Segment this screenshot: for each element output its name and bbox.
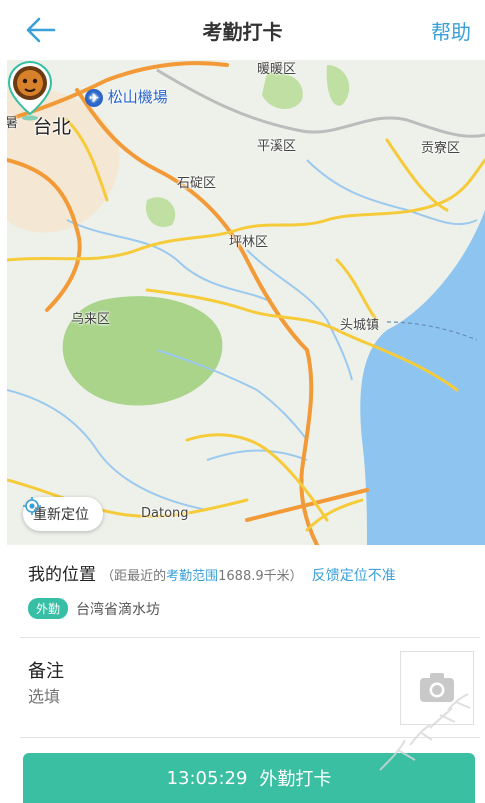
clock-label: 外勤打卡 xyxy=(259,769,332,790)
address-line: 外勤 台湾省滴水坊 xyxy=(28,598,160,619)
divider xyxy=(20,637,480,638)
field-work-badge: 外勤 xyxy=(28,598,69,619)
field-clock-in-button[interactable]: 13:05:29 外勤打卡 xyxy=(23,753,475,803)
map-label-pingxi: 平溪区 xyxy=(257,139,297,154)
plane-icon: ✈ xyxy=(85,88,103,107)
address-text: 台湾省滴水坊 xyxy=(76,601,161,618)
locate-icon xyxy=(23,497,41,515)
attendance-range-link[interactable]: 考勤范围 xyxy=(166,569,218,584)
relocate-label: 重新定位 xyxy=(33,507,89,523)
my-location-line: 我的位置 （距最近的考勤范围1688.9千米） 反馈定位不准 xyxy=(28,560,396,585)
divider xyxy=(20,737,480,738)
photo-upload-button[interactable] xyxy=(400,651,474,725)
map-label-shiding: 石碇区 xyxy=(177,176,217,191)
top-bar: 考勤打卡 帮助 xyxy=(0,0,485,60)
my-location-title: 我的位置 xyxy=(28,565,96,585)
map-view[interactable]: 暖暖区 暑 ✈ 松山機場 台北 平溪区 贡寮区 石碇区 坪林区 乌来区 头城镇 … xyxy=(7,60,485,545)
map-label-toucheng: 头城镇 xyxy=(340,318,380,333)
remark-title: 备注 xyxy=(28,661,64,682)
relocate-button[interactable]: 重新定位 xyxy=(23,497,103,531)
map-label-pinglin: 坪林区 xyxy=(229,235,269,250)
map-label-airport: ✈ 松山機場 xyxy=(85,86,168,107)
page-title: 考勤打卡 xyxy=(202,20,283,44)
location-pin-icon[interactable] xyxy=(7,60,53,122)
map-roads xyxy=(7,61,485,545)
camera-icon xyxy=(420,673,454,702)
map-label-datong: Datong xyxy=(141,506,189,521)
clock-time: 13:05:29 xyxy=(166,767,248,789)
map-label-gongliao: 贡寮区 xyxy=(421,141,461,156)
feedback-link[interactable]: 反馈定位不准 xyxy=(312,568,396,584)
help-link[interactable]: 帮助 xyxy=(431,16,471,45)
remark-input[interactable] xyxy=(28,687,328,706)
distance-note: （距最近的考勤范围1688.9千米） xyxy=(101,569,303,584)
map-label-wulai: 乌来区 xyxy=(71,312,111,327)
map-label-top: 暖暖区 xyxy=(257,62,297,77)
